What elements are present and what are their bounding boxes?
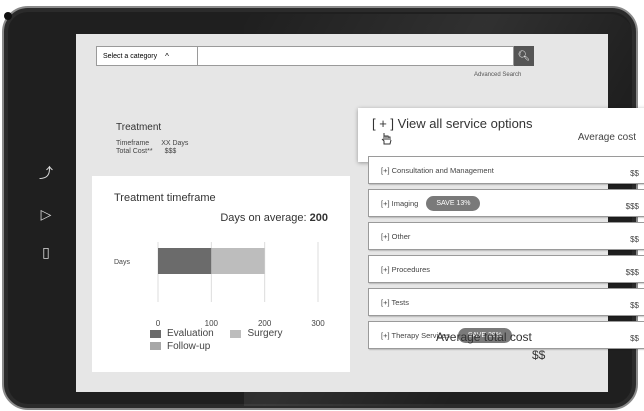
search-button[interactable]: 🔍︎ — [514, 46, 534, 66]
x-tick-label: 200 — [258, 319, 272, 328]
legend-swatch — [150, 329, 161, 338]
service-price: $$$ — [625, 202, 639, 211]
app-screen: Select a category ^ 🔍︎ Advanced Search T… — [76, 34, 644, 392]
bar-evaluation — [158, 248, 212, 274]
legend-item-evaluation: Evaluation — [150, 328, 214, 339]
legend-item-follow-up: Follow-up — [150, 341, 210, 352]
savings-badge: SAVE 13% — [426, 195, 481, 211]
timeframe-value: XX Days — [161, 140, 189, 147]
search-bar: Select a category ^ 🔍︎ — [96, 46, 534, 66]
legend-item-surgery: Surgery — [230, 328, 283, 339]
x-tick-label: 0 — [156, 319, 161, 328]
search-input[interactable] — [198, 46, 514, 66]
document-icon[interactable]: ▯ — [38, 244, 54, 262]
advanced-search-link[interactable]: Advanced Search — [474, 72, 521, 78]
service-item-other[interactable]: [+] Other $$ — [368, 222, 644, 250]
total-cost-label: Total Cost** — [116, 148, 153, 155]
category-label: Select a category — [103, 52, 158, 60]
legend-swatch — [150, 342, 161, 350]
service-item-tests[interactable]: [+] Tests $$ — [368, 288, 644, 316]
x-tick-label: 300 — [311, 319, 325, 328]
timeframe-card: Treatment timeframe Days on average: 200… — [92, 176, 350, 372]
treatment-title: Treatment — [116, 122, 162, 133]
tablet-frame: ⤴ ▷ ▯ Select a category ^ 🔍︎ Advanced Se… — [2, 6, 644, 410]
legend-swatch — [230, 329, 242, 338]
average-total-cost-value: $$ — [532, 348, 546, 362]
service-price: $$ — [630, 169, 639, 178]
forward-icon[interactable]: ▷ — [38, 206, 54, 224]
service-price: $$ — [630, 235, 639, 244]
camera-dot — [4, 12, 12, 20]
service-item-procedures[interactable]: [+] Procedures $$$ — [368, 255, 644, 283]
view-all-services-link[interactable]: [ + ] View all service options — [372, 116, 533, 131]
timeframe-label: Timeframe — [116, 140, 150, 147]
service-options-popover: [ + ] View all service options Average c… — [358, 108, 644, 162]
category-select[interactable]: Select a category ^ — [96, 46, 198, 66]
pointer-hand-icon — [381, 133, 392, 145]
x-tick-label: 100 — [205, 319, 219, 328]
y-category-label: Days — [114, 259, 130, 266]
services-list: [+] Consultation and Management $$ [+] I… — [368, 156, 644, 354]
chevron-up-icon: ^ — [165, 51, 169, 61]
treatment-meta: Timeframe XX Days Total Cost** $$$ — [116, 140, 188, 156]
chart-legend: Evaluation Surgery Follow-up — [150, 328, 297, 353]
service-price: $$$ — [625, 268, 639, 277]
bar-surgery — [211, 248, 265, 274]
total-cost-value: $$$ — [164, 148, 177, 155]
service-item-imaging[interactable]: [+] Imaging SAVE 13% $$$ — [368, 189, 644, 217]
service-item-consultation[interactable]: [+] Consultation and Management $$ — [368, 156, 644, 184]
average-total-cost-label: Average total cost — [436, 330, 532, 344]
average-cost-header: Average cost — [577, 132, 636, 143]
share-icon[interactable]: ⤴ — [38, 164, 54, 182]
service-price: $$ — [630, 334, 639, 343]
service-price: $$ — [630, 301, 639, 310]
search-icon: 🔍︎ — [517, 50, 531, 62]
